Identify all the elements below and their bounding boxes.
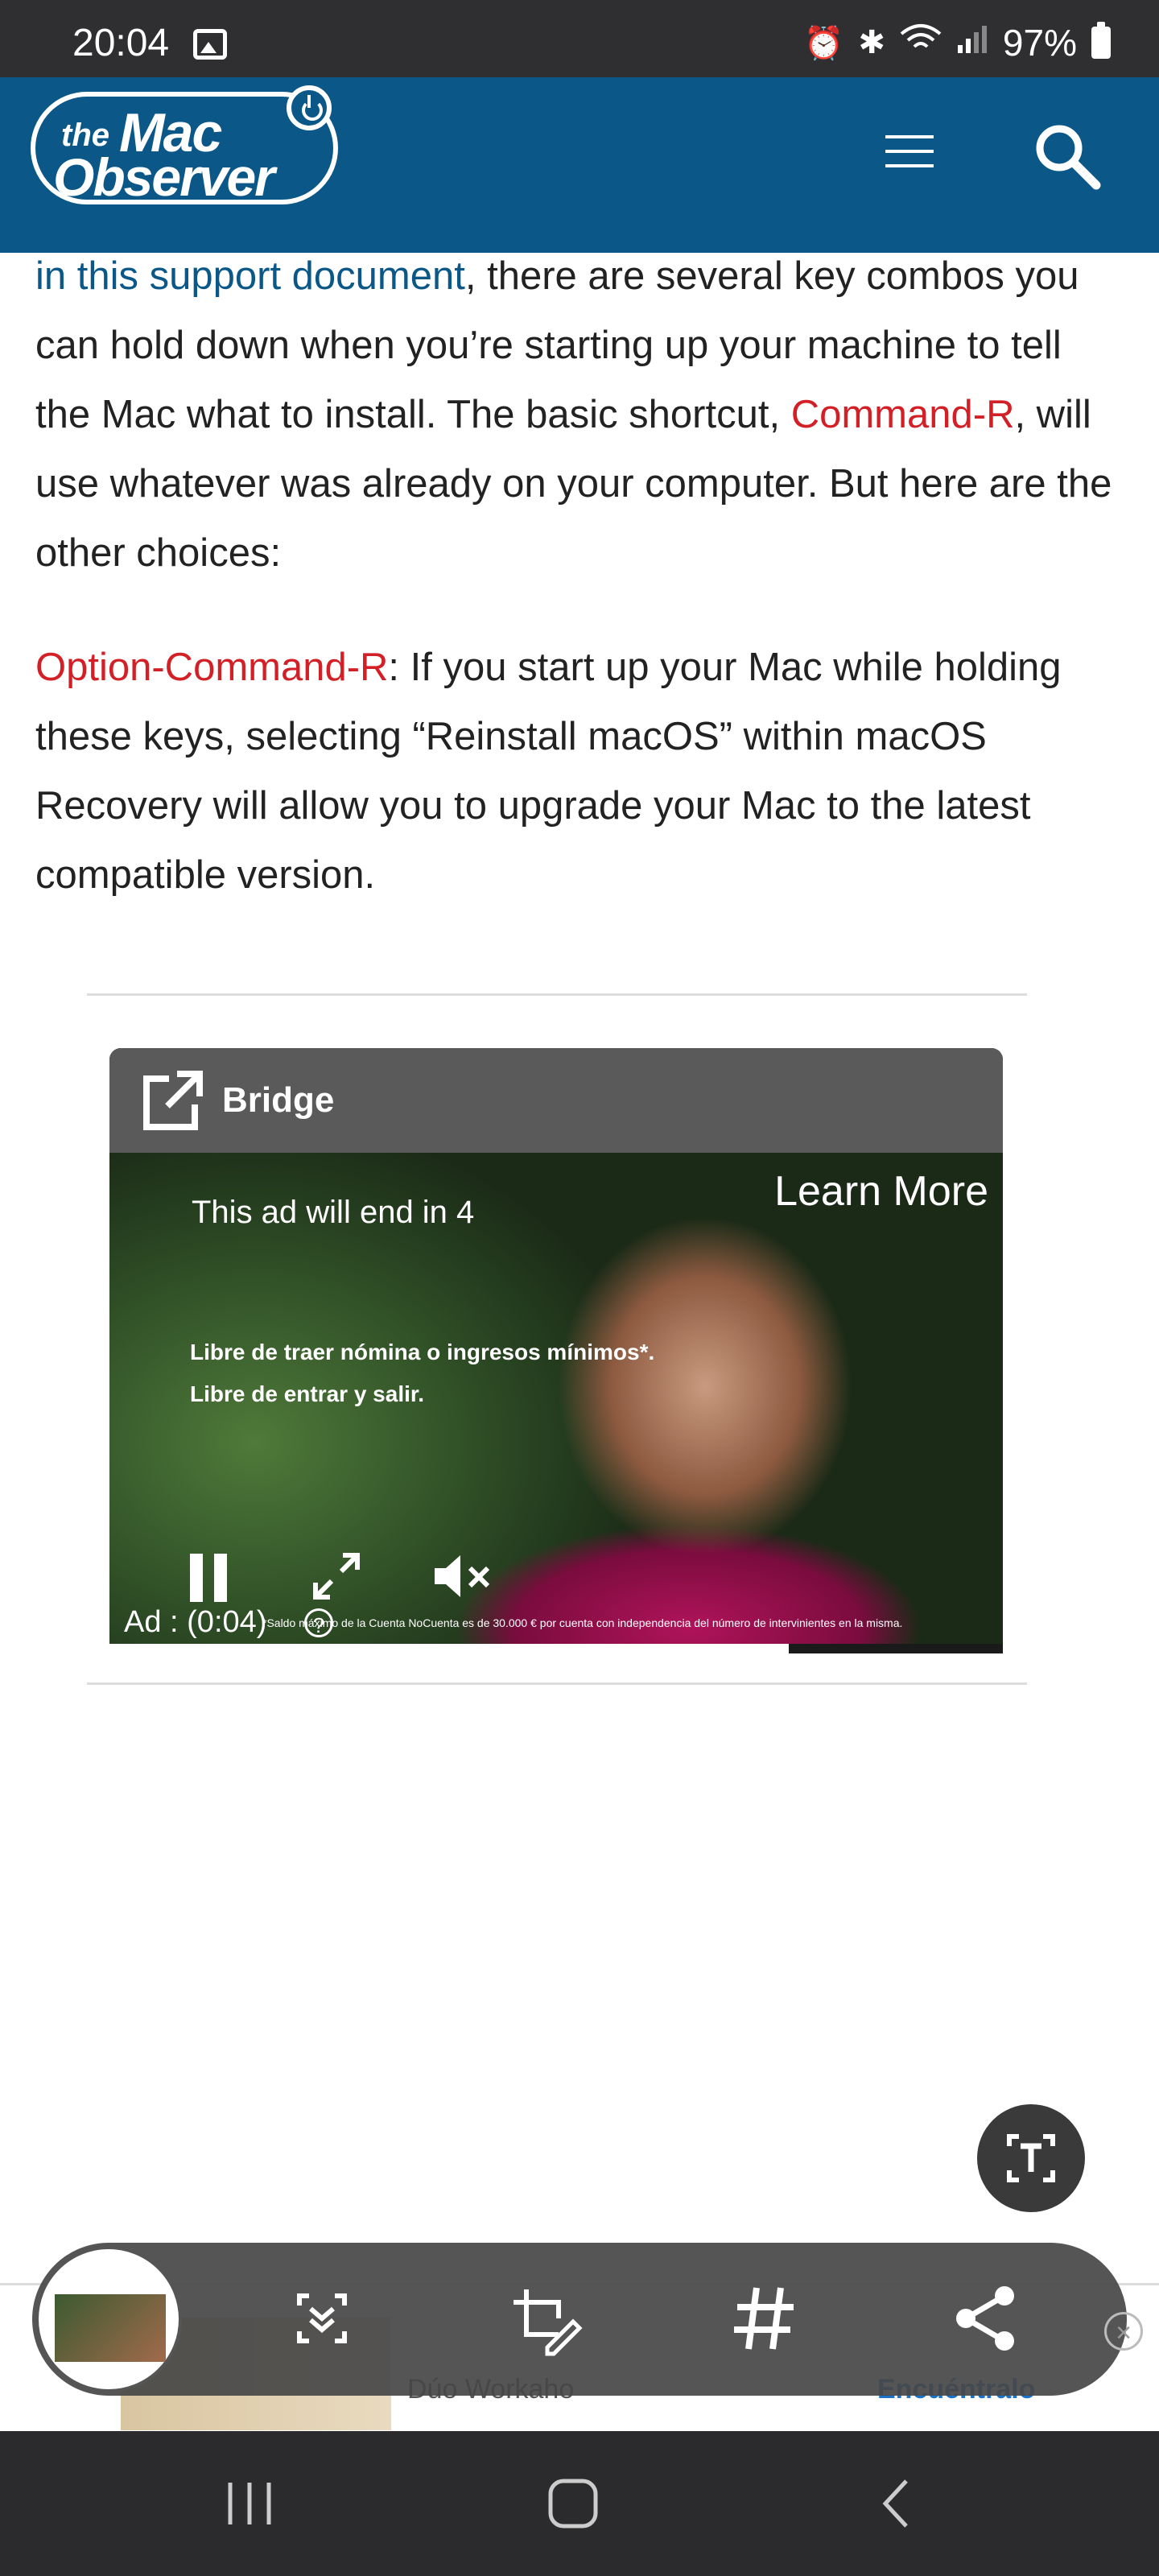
ad-countdown: This ad will end in 4 [192, 1195, 475, 1230]
signal-icon [956, 23, 988, 63]
logo-observer: Observer [53, 147, 275, 207]
fullscreen-icon[interactable] [311, 1550, 362, 1602]
battery-icon [1091, 22, 1111, 59]
battery-percent: 97% [1002, 22, 1077, 64]
help-icon[interactable]: ? [304, 1608, 333, 1637]
extract-text-button[interactable] [977, 2104, 1085, 2212]
ad-progress-fill [109, 1644, 789, 1653]
site-header: the Mac Observer [0, 77, 1159, 253]
screenshot-toolbar [32, 2243, 1127, 2396]
paragraph-2: Option-Command-R: If you start up your M… [35, 633, 1122, 910]
ad-line-1: Libre de traer nómina o ingresos mínimos… [190, 1340, 655, 1364]
ad-header-bar: Bridge [109, 1048, 1003, 1153]
screenshot-thumbnail[interactable] [35, 2246, 182, 2392]
external-link-icon[interactable] [140, 1069, 204, 1133]
hashtag-icon[interactable] [724, 2278, 805, 2359]
thumbnail-preview [55, 2294, 166, 2362]
command-r-link[interactable]: Command-R [791, 393, 1015, 436]
ad-divider-bottom [87, 1682, 1027, 1685]
status-time: 20:04 [72, 22, 170, 64]
ad-label: Ad : (0:04) [124, 1605, 267, 1639]
mute-icon[interactable] [431, 1550, 493, 1602]
alarm-icon: ⏰ [803, 25, 844, 61]
wifi-icon [900, 23, 942, 63]
share-icon[interactable] [945, 2278, 1025, 2359]
ad-progress-bar [109, 1644, 1003, 1653]
home-icon[interactable] [541, 2471, 605, 2536]
gallery-notification-icon [193, 29, 227, 60]
scroll-capture-icon[interactable] [282, 2278, 362, 2359]
learn-more-button[interactable]: Learn More [774, 1167, 988, 1216]
paragraph-1: in this support document, there are seve… [35, 242, 1122, 588]
navigation-bar [0, 2431, 1159, 2576]
ad-fine-print: *Saldo máximo de la Cuenta NoCuenta es d… [262, 1616, 903, 1629]
text-scan-icon [1007, 2134, 1055, 2182]
article-body: in this support document, there are seve… [35, 242, 1122, 955]
search-icon[interactable] [1030, 119, 1103, 192]
hamburger-menu-icon[interactable] [885, 135, 934, 169]
power-icon [287, 85, 332, 130]
site-logo[interactable]: the Mac Observer [31, 85, 338, 207]
ad-divider-top [87, 993, 1027, 996]
recent-apps-icon[interactable] [217, 2471, 282, 2536]
option-command-r-link[interactable]: Option-Command-R [35, 646, 388, 689]
crop-edit-icon[interactable] [502, 2278, 583, 2359]
banner-close-icon[interactable]: × [1104, 2312, 1143, 2351]
status-icons: ⏰ ✱ 97% [804, 21, 1111, 64]
status-bar: 20:04 ⏰ ✱ 97% [0, 0, 1159, 77]
video-ad[interactable]: Bridge This ad will end in 4 Learn More … [109, 1048, 1003, 1653]
ad-video-frame[interactable]: This ad will end in 4 Learn More Libre d… [109, 1153, 1003, 1653]
ad-brand: Bridge [222, 1080, 335, 1120]
support-document-link[interactable]: in this support document [35, 254, 465, 298]
back-icon[interactable] [864, 2471, 929, 2536]
ad-line-2: Libre de entrar y salir. [190, 1381, 425, 1406]
bluetooth-icon: ✱ [858, 25, 885, 60]
pause-icon[interactable] [190, 1554, 230, 1602]
